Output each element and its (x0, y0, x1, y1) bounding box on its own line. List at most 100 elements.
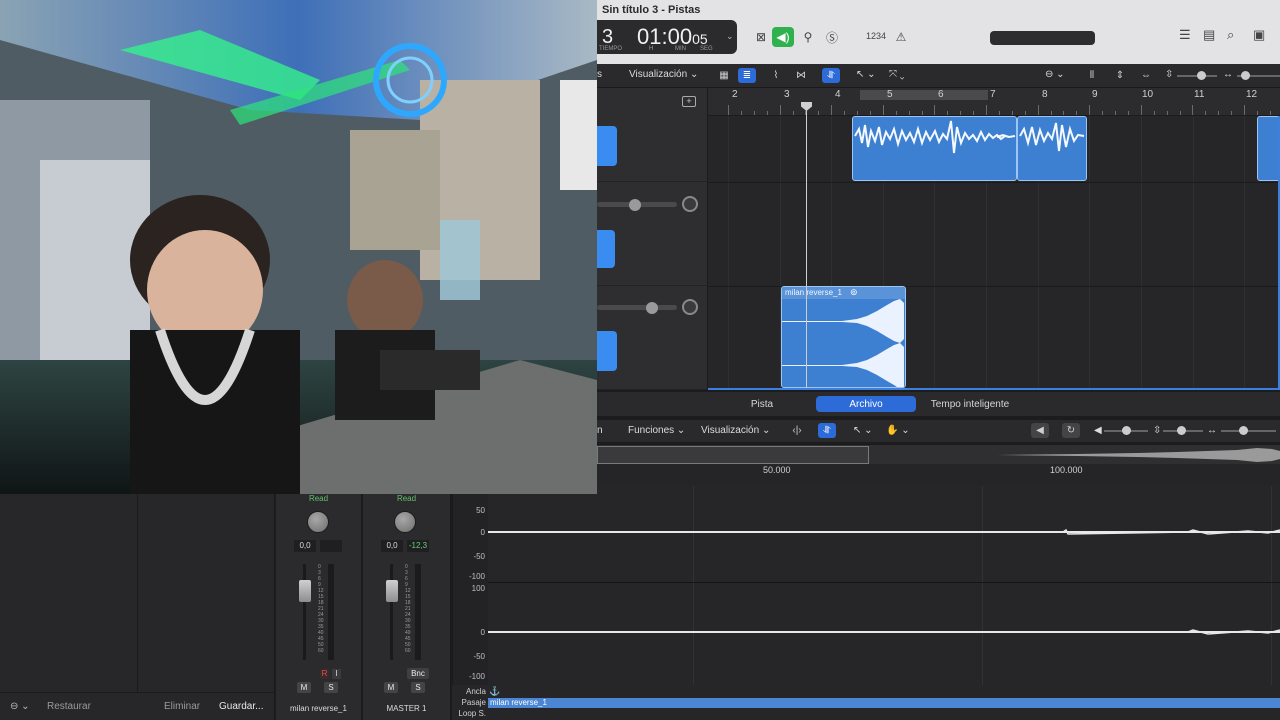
volume-knob[interactable] (646, 302, 658, 314)
smart-controls-icon[interactable]: Ⓢ (821, 27, 843, 47)
snap-icon[interactable]: ⥯ (818, 423, 836, 438)
edit-menu[interactable]: s (597, 69, 602, 80)
waveform-editor[interactable] (488, 486, 1280, 685)
metronome-icon[interactable]: ⚠ (890, 27, 912, 47)
lcd-chevron-icon[interactable]: ⌄ (726, 31, 734, 42)
pointer-tool[interactable]: ↖ ⌄ (856, 69, 876, 80)
sample-ruler[interactable]: 50.000 100.000 (597, 464, 1280, 486)
audio-region[interactable] (1017, 116, 1087, 181)
webcam-image (0, 0, 597, 494)
pan-knob[interactable] (394, 511, 416, 533)
notepad-icon[interactable]: ▤ (1203, 27, 1215, 43)
restaurar-button[interactable]: Restaurar (47, 701, 91, 712)
guardar-button[interactable]: Guardar... (219, 701, 263, 712)
replace-button[interactable]: ⊠ (750, 27, 772, 47)
vertical-zoom-icon[interactable]: ⇳ (1165, 69, 1173, 80)
volume-fader[interactable] (299, 580, 311, 602)
cycle-icon[interactable]: ↻ (1062, 423, 1080, 438)
solo-button[interactable]: S (324, 682, 338, 693)
input-monitor-button[interactable]: I (332, 669, 341, 679)
track-header-3[interactable] (597, 286, 708, 390)
tab-pista[interactable]: Pista (712, 396, 812, 412)
pan-knob[interactable] (682, 196, 698, 212)
record-enable-button[interactable]: R (320, 669, 329, 679)
tuner-icon[interactable]: ⚲ (797, 27, 819, 47)
snap-icon[interactable]: ⥯ (822, 68, 840, 83)
solo-speaker-icon[interactable]: ◀ (1031, 423, 1049, 438)
visualizacion-menu[interactable]: Visualización ⌄ (701, 425, 770, 436)
vertical-zoom-icon[interactable]: ⇳ (1153, 425, 1161, 436)
media-browser-icon[interactable]: ▣ (1253, 27, 1265, 43)
vertical-fit-icon[interactable]: ⇕ (1111, 68, 1129, 83)
mute-button[interactable]: M (297, 682, 311, 693)
add-track-button[interactable]: + (682, 96, 696, 107)
volume-fader[interactable] (386, 580, 398, 602)
eliminar-button[interactable]: Eliminar (164, 701, 200, 712)
lcd-display[interactable]: 3 01:0005 TIEMPO H MIN SEG ⌄ (597, 20, 737, 54)
horizontal-zoom-icon[interactable]: ↔ (1207, 425, 1217, 436)
waveform-zoom-icon[interactable]: ⫴ (1083, 68, 1101, 83)
split-icon[interactable]: ‹|› (788, 423, 806, 438)
count-in[interactable]: 1234 (866, 31, 886, 41)
amp-label: -50 (473, 652, 485, 661)
editor-volume-slider[interactable] (1104, 426, 1148, 435)
horizontal-fit-icon[interactable]: ⇔ (1137, 68, 1155, 83)
funciones-menu[interactable]: Funciones ⌄ (628, 425, 685, 436)
audio-region[interactable] (1257, 116, 1278, 181)
hand-tool[interactable]: ✋ ⌄ (886, 425, 910, 436)
volume-icon[interactable]: ◀ (1094, 425, 1102, 436)
automation-icon[interactable]: ⌇ (767, 68, 785, 83)
editor-horizontal-zoom-slider[interactable] (1221, 426, 1276, 435)
sample-label: 100.000 (1050, 465, 1083, 475)
volume-knob[interactable] (629, 199, 641, 211)
automation-mode[interactable]: Read (363, 494, 450, 503)
waveform-overview[interactable] (597, 444, 1280, 464)
audio-region-milan-reverse[interactable]: milan reverse_1 ⊚ (781, 286, 906, 388)
cycle-range[interactable] (860, 90, 988, 100)
ruler-tick (740, 111, 742, 115)
volume-fader-track[interactable] (303, 564, 306, 660)
vertical-zoom-slider[interactable] (1177, 71, 1217, 80)
ruler-tick (1244, 105, 1245, 115)
volume-slider[interactable] (597, 305, 677, 310)
timeline-ruler[interactable]: 2 3 4 5 6 7 8 9 10 11 12 (708, 88, 1280, 116)
zoom-out-icon[interactable]: ⊖ ⌄ (1045, 69, 1065, 80)
playhead[interactable] (806, 104, 807, 388)
ruler-tick (1115, 111, 1116, 115)
speaker-icon[interactable]: ◀) (772, 27, 794, 47)
ruler-tick (1011, 111, 1013, 115)
track-area[interactable]: milan reverse_1 ⊚ (708, 116, 1280, 390)
track-header-1[interactable] (597, 116, 708, 182)
ruler-tick (1037, 105, 1039, 115)
pan-knob[interactable] (682, 299, 698, 315)
automation-mode[interactable]: Read (276, 494, 361, 503)
audio-region[interactable] (852, 116, 1017, 181)
action-menu-icon[interactable]: ⊖ ⌄ (10, 701, 30, 712)
ruler-tick (986, 105, 987, 115)
list-view-icon[interactable]: ≣ (738, 68, 756, 83)
track-header-2[interactable] (597, 182, 708, 286)
grid-view-icon[interactable]: ▦ (715, 68, 733, 83)
search-icon[interactable]: ⌕ (1227, 27, 1234, 43)
solo-button[interactable]: S (411, 682, 425, 693)
horizontal-zoom-icon[interactable]: ↔ (1223, 69, 1233, 80)
edit-menu[interactable]: n (597, 425, 603, 436)
list-editor-icon[interactable]: ☰ (1179, 27, 1191, 43)
flex-icon[interactable]: ⋈ (792, 68, 810, 83)
pan-knob[interactable] (307, 511, 329, 533)
volume-fader-track[interactable] (390, 564, 393, 660)
bounce-button[interactable]: Bnc (407, 668, 429, 679)
fader-scale: 0 3 6 9 12 15 18 21 24 30 35 40 45 50 60 (405, 564, 411, 654)
visualizacion-menu[interactable]: Visualización ⌄ (629, 69, 698, 80)
pointer-tool[interactable]: ↖ ⌄ (853, 425, 873, 436)
mute-button[interactable]: M (384, 682, 398, 693)
passage-region[interactable]: milan reverse_1 (488, 698, 1280, 708)
ruler-tick (1192, 105, 1194, 115)
tab-archivo[interactable]: Archivo (816, 396, 916, 412)
horizontal-zoom-slider[interactable] (1237, 71, 1280, 80)
editor-vertical-zoom-slider[interactable] (1163, 426, 1203, 435)
tab-tempo-inteligente[interactable]: Tempo inteligente (920, 396, 1020, 412)
secondary-tool[interactable]: ⤧ ⌄ (889, 69, 905, 80)
anchor-marker-icon[interactable]: ⚓ (489, 686, 500, 697)
loop-icon: ⊚ (850, 287, 858, 297)
